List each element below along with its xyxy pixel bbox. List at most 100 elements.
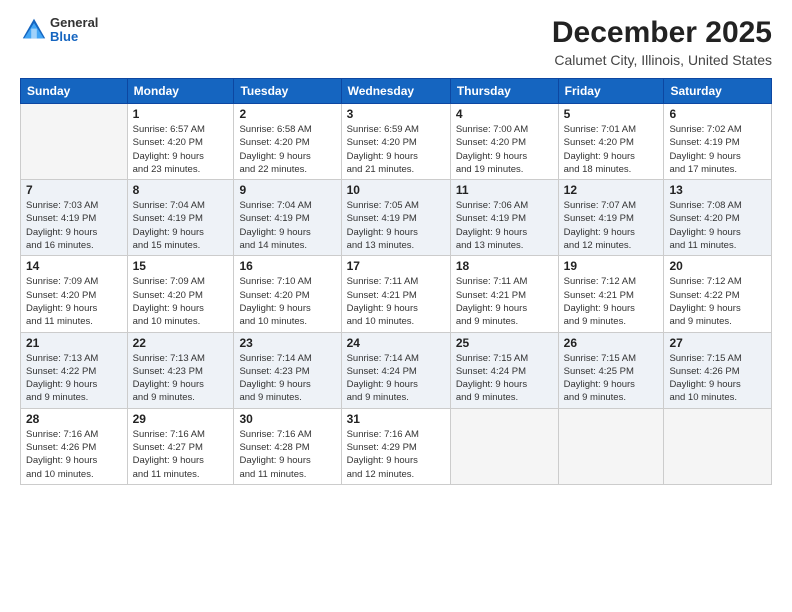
day-info: Sunrise: 7:12 AMSunset: 4:22 PMDaylight:…	[669, 275, 766, 328]
day-info: Sunrise: 7:16 AMSunset: 4:26 PMDaylight:…	[26, 428, 122, 481]
day-number: 10	[347, 183, 445, 197]
calendar-cell: 21 Sunrise: 7:13 AMSunset: 4:22 PMDayligh…	[21, 332, 128, 408]
day-info: Sunrise: 7:11 AMSunset: 4:21 PMDaylight:…	[347, 275, 445, 328]
logo-blue: Blue	[50, 30, 98, 44]
day-info: Sunrise: 6:58 AMSunset: 4:20 PMDaylight:…	[239, 123, 335, 176]
calendar-week-2: 7 Sunrise: 7:03 AMSunset: 4:19 PMDaylight…	[21, 180, 772, 256]
calendar-cell	[664, 408, 772, 484]
calendar-cell: 10Sunrise: 7:05 AMSunset: 4:19 PMDayligh…	[341, 180, 450, 256]
calendar-cell	[21, 104, 128, 180]
day-info: Sunrise: 7:06 AMSunset: 4:19 PMDaylight:…	[456, 199, 553, 252]
calendar-cell: 11 Sunrise: 7:06 AMSunset: 4:19 PMDayligh…	[450, 180, 558, 256]
day-number: 20	[669, 259, 766, 273]
calendar-cell	[558, 408, 664, 484]
calendar-cell: 27 Sunrise: 7:15 AMSunset: 4:26 PMDayligh…	[664, 332, 772, 408]
day-number: 24	[347, 336, 445, 350]
day-info: Sunrise: 7:10 AMSunset: 4:20 PMDaylight:…	[239, 275, 335, 328]
calendar-cell: 18Sunrise: 7:11 AMSunset: 4:21 PMDayligh…	[450, 256, 558, 332]
calendar-cell: 23Sunrise: 7:14 AMSunset: 4:23 PMDayligh…	[234, 332, 341, 408]
day-info: Sunrise: 7:15 AMSunset: 4:26 PMDaylight:…	[669, 352, 766, 405]
calendar-cell: 1 Sunrise: 6:57 AMSunset: 4:20 PMDaylight…	[127, 104, 234, 180]
calendar-header-tuesday: Tuesday	[234, 79, 341, 104]
calendar-cell: 9 Sunrise: 7:04 AMSunset: 4:19 PMDaylight…	[234, 180, 341, 256]
day-number: 2	[239, 107, 335, 121]
logo-icon	[20, 16, 48, 44]
day-number: 1	[133, 107, 229, 121]
day-number: 9	[239, 183, 335, 197]
day-number: 13	[669, 183, 766, 197]
day-info: Sunrise: 7:14 AMSunset: 4:24 PMDaylight:…	[347, 352, 445, 405]
day-info: Sunrise: 7:13 AMSunset: 4:23 PMDaylight:…	[133, 352, 229, 405]
title-block: December 2025 Calumet City, Illinois, Un…	[552, 16, 772, 68]
calendar-cell: 6 Sunrise: 7:02 AMSunset: 4:19 PMDaylight…	[664, 104, 772, 180]
calendar-cell: 19 Sunrise: 7:12 AMSunset: 4:21 PMDayligh…	[558, 256, 664, 332]
calendar-cell: 20 Sunrise: 7:12 AMSunset: 4:22 PMDayligh…	[664, 256, 772, 332]
calendar-cell	[450, 408, 558, 484]
calendar-cell: 3Sunrise: 6:59 AMSunset: 4:20 PMDaylight…	[341, 104, 450, 180]
logo-text: General Blue	[50, 16, 98, 45]
logo: General Blue	[20, 16, 98, 45]
calendar-cell: 4Sunrise: 7:00 AMSunset: 4:20 PMDaylight…	[450, 104, 558, 180]
calendar-cell: 13 Sunrise: 7:08 AMSunset: 4:20 PMDayligh…	[664, 180, 772, 256]
calendar-header-saturday: Saturday	[664, 79, 772, 104]
calendar-cell: 16 Sunrise: 7:10 AMSunset: 4:20 PMDayligh…	[234, 256, 341, 332]
calendar-header-friday: Friday	[558, 79, 664, 104]
calendar-cell: 17 Sunrise: 7:11 AMSunset: 4:21 PMDayligh…	[341, 256, 450, 332]
day-number: 28	[26, 412, 122, 426]
calendar-cell: 5 Sunrise: 7:01 AMSunset: 4:20 PMDaylight…	[558, 104, 664, 180]
calendar-header-sunday: Sunday	[21, 79, 128, 104]
day-number: 16	[239, 259, 335, 273]
calendar-cell: 7 Sunrise: 7:03 AMSunset: 4:19 PMDaylight…	[21, 180, 128, 256]
day-number: 6	[669, 107, 766, 121]
subtitle: Calumet City, Illinois, United States	[552, 52, 772, 68]
day-number: 12	[564, 183, 659, 197]
day-info: Sunrise: 7:02 AMSunset: 4:19 PMDaylight:…	[669, 123, 766, 176]
day-number: 19	[564, 259, 659, 273]
day-info: Sunrise: 7:01 AMSunset: 4:20 PMDaylight:…	[564, 123, 659, 176]
day-info: Sunrise: 7:16 AMSunset: 4:29 PMDaylight:…	[347, 428, 445, 481]
calendar-cell: 31 Sunrise: 7:16 AMSunset: 4:29 PMDayligh…	[341, 408, 450, 484]
day-number: 17	[347, 259, 445, 273]
calendar-cell: 12 Sunrise: 7:07 AMSunset: 4:19 PMDayligh…	[558, 180, 664, 256]
calendar-cell: 14Sunrise: 7:09 AMSunset: 4:20 PMDayligh…	[21, 256, 128, 332]
day-info: Sunrise: 7:03 AMSunset: 4:19 PMDaylight:…	[26, 199, 122, 252]
day-number: 21	[26, 336, 122, 350]
day-number: 29	[133, 412, 229, 426]
day-number: 31	[347, 412, 445, 426]
day-info: Sunrise: 7:13 AMSunset: 4:22 PMDaylight:…	[26, 352, 122, 405]
day-info: Sunrise: 6:57 AMSunset: 4:20 PMDaylight:…	[133, 123, 229, 176]
calendar-week-4: 21 Sunrise: 7:13 AMSunset: 4:22 PMDayligh…	[21, 332, 772, 408]
day-number: 26	[564, 336, 659, 350]
calendar-header-row: SundayMondayTuesdayWednesdayThursdayFrid…	[21, 79, 772, 104]
day-info: Sunrise: 7:16 AMSunset: 4:28 PMDaylight:…	[239, 428, 335, 481]
calendar-cell: 2 Sunrise: 6:58 AMSunset: 4:20 PMDaylight…	[234, 104, 341, 180]
day-number: 11	[456, 183, 553, 197]
day-number: 27	[669, 336, 766, 350]
day-number: 7	[26, 183, 122, 197]
day-number: 22	[133, 336, 229, 350]
calendar-cell: 22 Sunrise: 7:13 AMSunset: 4:23 PMDayligh…	[127, 332, 234, 408]
calendar-cell: 28 Sunrise: 7:16 AMSunset: 4:26 PMDayligh…	[21, 408, 128, 484]
day-info: Sunrise: 7:04 AMSunset: 4:19 PMDaylight:…	[133, 199, 229, 252]
calendar-cell: 15Sunrise: 7:09 AMSunset: 4:20 PMDayligh…	[127, 256, 234, 332]
day-number: 8	[133, 183, 229, 197]
calendar-cell: 29Sunrise: 7:16 AMSunset: 4:27 PMDayligh…	[127, 408, 234, 484]
day-info: Sunrise: 7:00 AMSunset: 4:20 PMDaylight:…	[456, 123, 553, 176]
calendar-header-monday: Monday	[127, 79, 234, 104]
calendar-table: SundayMondayTuesdayWednesdayThursdayFrid…	[20, 78, 772, 485]
calendar-header-wednesday: Wednesday	[341, 79, 450, 104]
day-info: Sunrise: 7:09 AMSunset: 4:20 PMDaylight:…	[133, 275, 229, 328]
day-info: Sunrise: 7:08 AMSunset: 4:20 PMDaylight:…	[669, 199, 766, 252]
calendar-header-thursday: Thursday	[450, 79, 558, 104]
day-info: Sunrise: 7:15 AMSunset: 4:25 PMDaylight:…	[564, 352, 659, 405]
day-info: Sunrise: 7:12 AMSunset: 4:21 PMDaylight:…	[564, 275, 659, 328]
day-number: 30	[239, 412, 335, 426]
day-number: 5	[564, 107, 659, 121]
day-info: Sunrise: 7:04 AMSunset: 4:19 PMDaylight:…	[239, 199, 335, 252]
day-info: Sunrise: 7:14 AMSunset: 4:23 PMDaylight:…	[239, 352, 335, 405]
day-info: Sunrise: 7:07 AMSunset: 4:19 PMDaylight:…	[564, 199, 659, 252]
calendar-week-5: 28 Sunrise: 7:16 AMSunset: 4:26 PMDayligh…	[21, 408, 772, 484]
day-number: 14	[26, 259, 122, 273]
calendar-week-3: 14 Sunrise: 7:09 AMSunset: 4:20 PMDayligh…	[21, 256, 772, 332]
calendar-cell: 24 Sunrise: 7:14 AMSunset: 4:24 PMDayligh…	[341, 332, 450, 408]
